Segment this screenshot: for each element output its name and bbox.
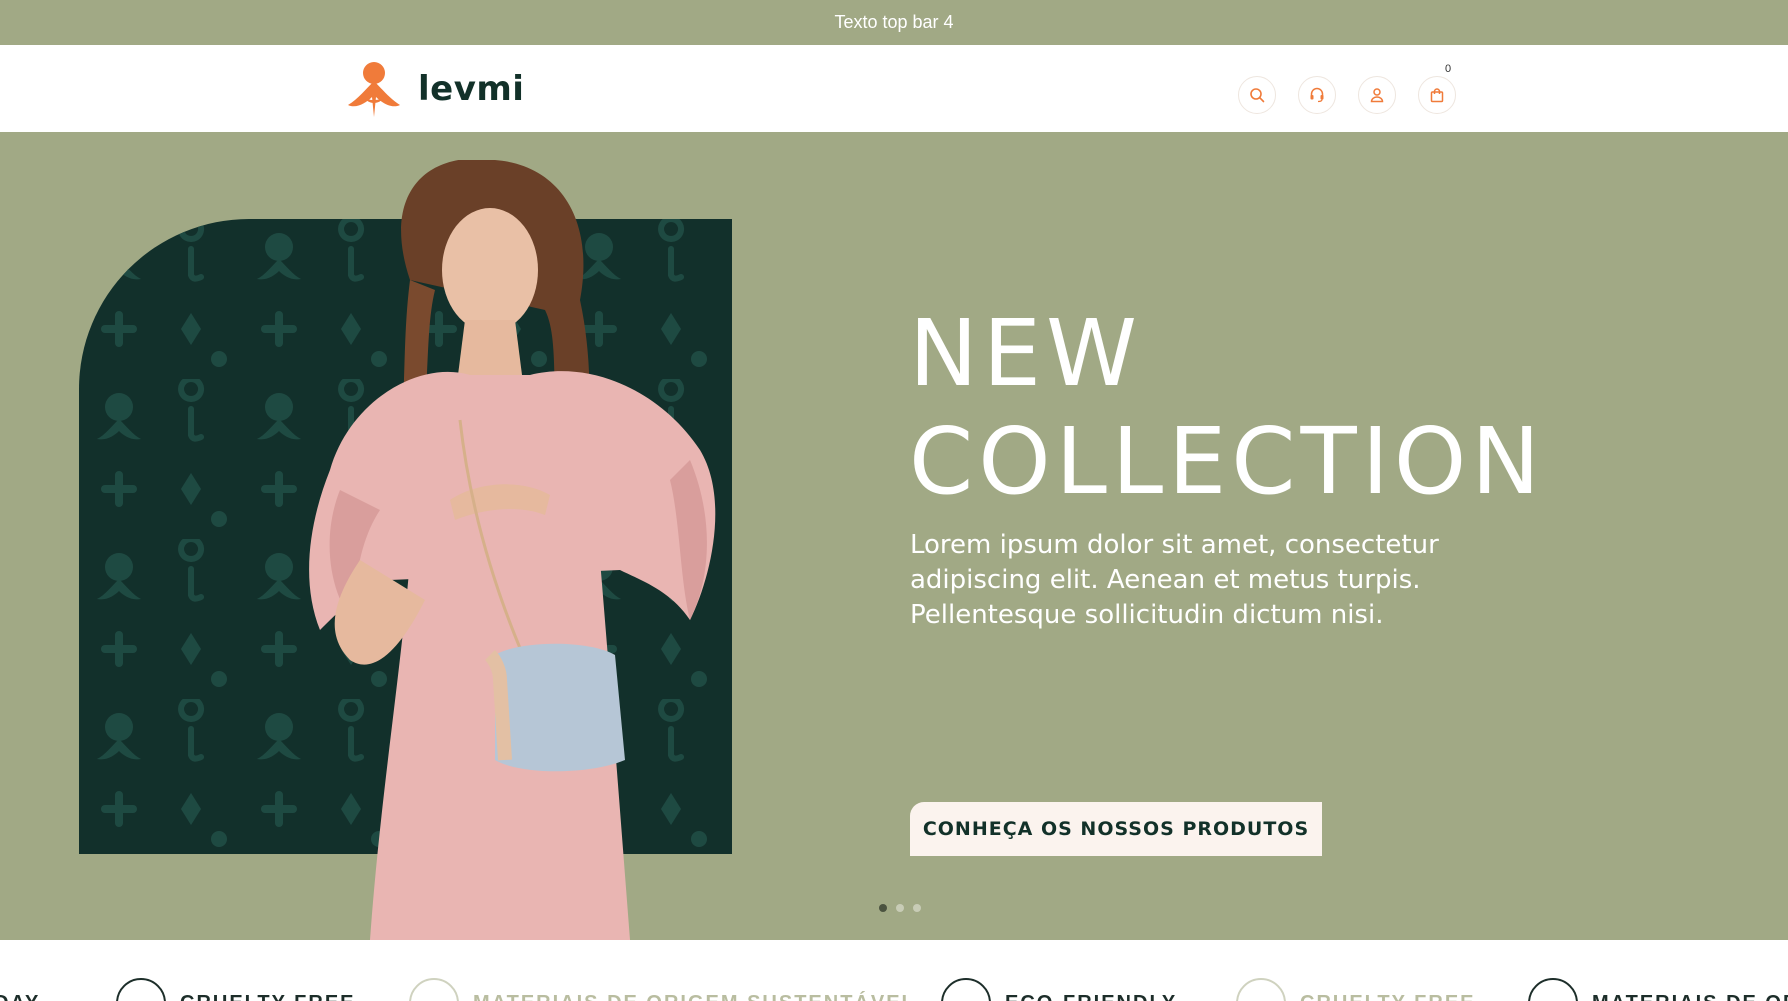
cart-count-badge: 0 [1444, 63, 1452, 75]
hero-banner: NEW COLLECTION Lorem ipsum dolor sit ame… [0, 132, 1788, 940]
logo-mark-icon [348, 62, 400, 117]
search-icon [1250, 88, 1265, 103]
feature-label: CRUELTY FREE [1300, 992, 1476, 1001]
leaf-icon [116, 978, 166, 1001]
model-photo [309, 160, 716, 940]
account-button[interactable] [1358, 76, 1396, 114]
feature-label: MATERIAIS DE ORIGEM SUSTENTÁVEL [473, 992, 916, 1001]
slider-dot-2[interactable] [896, 904, 904, 912]
slider-dot-1[interactable] [879, 904, 887, 912]
feature-item: MATERIAIS DE ORIGEM [1528, 978, 1788, 1001]
search-button[interactable] [1238, 76, 1276, 114]
bag-icon [1430, 88, 1444, 103]
recycle-icon [1528, 978, 1578, 1001]
leaf-icon [1236, 978, 1286, 1001]
feature-item: CRUELTY FREE [116, 978, 356, 1001]
hero-description: Lorem ipsum dolor sit amet, consectetur … [910, 530, 1439, 630]
feature-item: DAY [0, 978, 40, 1001]
shop-products-button[interactable]: CONHEÇA OS NOSSOS PRODUTOS [910, 802, 1322, 856]
feature-label: ECO-FRIENDLY [1005, 992, 1177, 1001]
site-header: levmi 0 [0, 45, 1788, 132]
hero-headline-line-1: NEW [909, 300, 1142, 407]
top-announcement-bar: Texto top bar 4 [0, 0, 1788, 45]
eco-icon [941, 978, 991, 1001]
top-bar-text: Texto top bar 4 [834, 12, 954, 32]
slider-pagination [879, 904, 930, 912]
feature-item: CRUELTY FREE [1236, 978, 1476, 1001]
logo-wordmark: levmi [418, 69, 525, 109]
hero-headline-line-2: COLLECTION [909, 408, 1546, 515]
features-marquee: DAY CRUELTY FREE MATERIAIS DE ORIGEM SUS… [0, 940, 1788, 1001]
support-button[interactable] [1298, 76, 1336, 114]
hero-headline: NEW COLLECTION [909, 300, 1545, 516]
feature-label: MATERIAIS DE ORIGEM [1592, 992, 1788, 1001]
support-icon [1310, 87, 1324, 103]
logo[interactable]: levmi [344, 59, 524, 119]
feature-label: CRUELTY FREE [180, 992, 356, 1001]
feature-label: DAY [0, 992, 40, 1001]
header-actions: 0 [1238, 63, 1456, 114]
recycle-icon [409, 978, 459, 1001]
slider-dot-3[interactable] [913, 904, 921, 912]
feature-item: MATERIAIS DE ORIGEM SUSTENTÁVEL [409, 978, 916, 1001]
cart-button[interactable]: 0 [1418, 63, 1456, 114]
feature-item: ECO-FRIENDLY [941, 978, 1177, 1001]
user-icon [1370, 88, 1384, 103]
